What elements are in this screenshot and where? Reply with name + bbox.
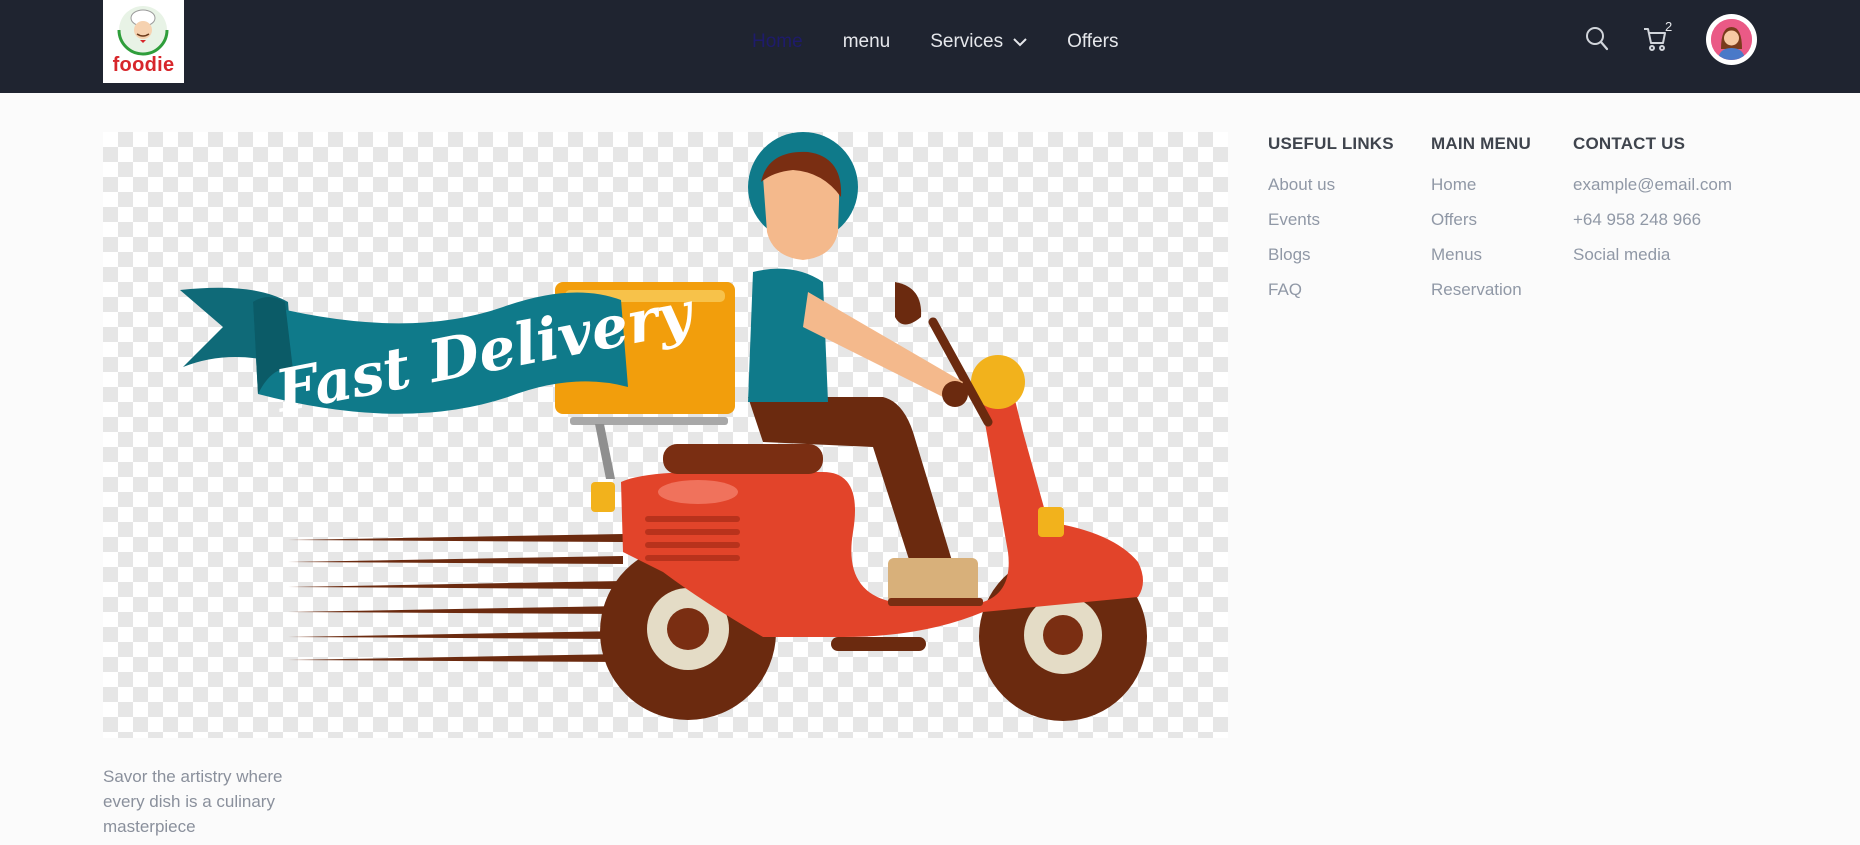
user-avatar[interactable]	[1706, 14, 1757, 65]
navbar: foodie Home menu Services Offers 2	[0, 0, 1860, 93]
footer-link-offers[interactable]: Offers	[1431, 209, 1531, 244]
rider-torso	[748, 268, 828, 402]
delivery-scooter-illustration: Fast Delivery	[180, 132, 1147, 721]
avatar-image	[1711, 19, 1752, 60]
footer-link-events[interactable]: Events	[1268, 209, 1394, 244]
main-nav: Home menu Services Offers	[752, 0, 1158, 83]
footer-link-about-us[interactable]: About us	[1268, 174, 1394, 209]
nav-link-menu[interactable]: menu	[843, 31, 891, 53]
nav-link-services[interactable]: Services	[930, 31, 1027, 53]
footer-column-contact-us: CONTACT US example@email.com +64 958 248…	[1573, 134, 1732, 279]
nav-link-home[interactable]: Home	[752, 31, 803, 53]
contact-email-link[interactable]: example@email.com	[1573, 174, 1732, 209]
footer-link-home[interactable]: Home	[1431, 174, 1531, 209]
tagline-text: Savor the artistry where every dish is a…	[103, 767, 283, 836]
nav-link-services-label: Services	[930, 30, 1004, 52]
brand-logo-text: foodie	[112, 54, 175, 76]
cart-icon[interactable]	[1643, 26, 1667, 57]
cart-count-badge: 2	[1665, 19, 1673, 34]
chevron-down-icon	[1013, 31, 1027, 53]
contact-phone-link[interactable]: +64 958 248 966	[1573, 209, 1732, 244]
search-icon[interactable]	[1585, 26, 1609, 57]
footer-column-main-menu: MAIN MENU Home Offers Menus Reservation	[1431, 134, 1531, 314]
footer-column-useful-links: USEFUL LINKS About us Events Blogs FAQ	[1268, 134, 1394, 314]
brand-logo[interactable]: foodie	[103, 0, 184, 83]
footer-link-reservation[interactable]: Reservation	[1431, 279, 1531, 314]
footer-link-faq[interactable]: FAQ	[1268, 279, 1394, 314]
hero-image: Fast Delivery	[103, 132, 1228, 738]
column-heading: MAIN MENU	[1431, 134, 1532, 153]
column-heading: USEFUL LINKS	[1268, 134, 1394, 153]
social-media-link[interactable]: Social media	[1573, 244, 1732, 279]
nav-link-offers[interactable]: Offers	[1067, 31, 1118, 53]
footer-link-blogs[interactable]: Blogs	[1268, 244, 1394, 279]
chef-logo-icon	[117, 6, 169, 56]
footer-link-menus[interactable]: Menus	[1431, 244, 1531, 279]
speed-lines	[288, 534, 623, 662]
column-heading: CONTACT US	[1573, 134, 1686, 153]
